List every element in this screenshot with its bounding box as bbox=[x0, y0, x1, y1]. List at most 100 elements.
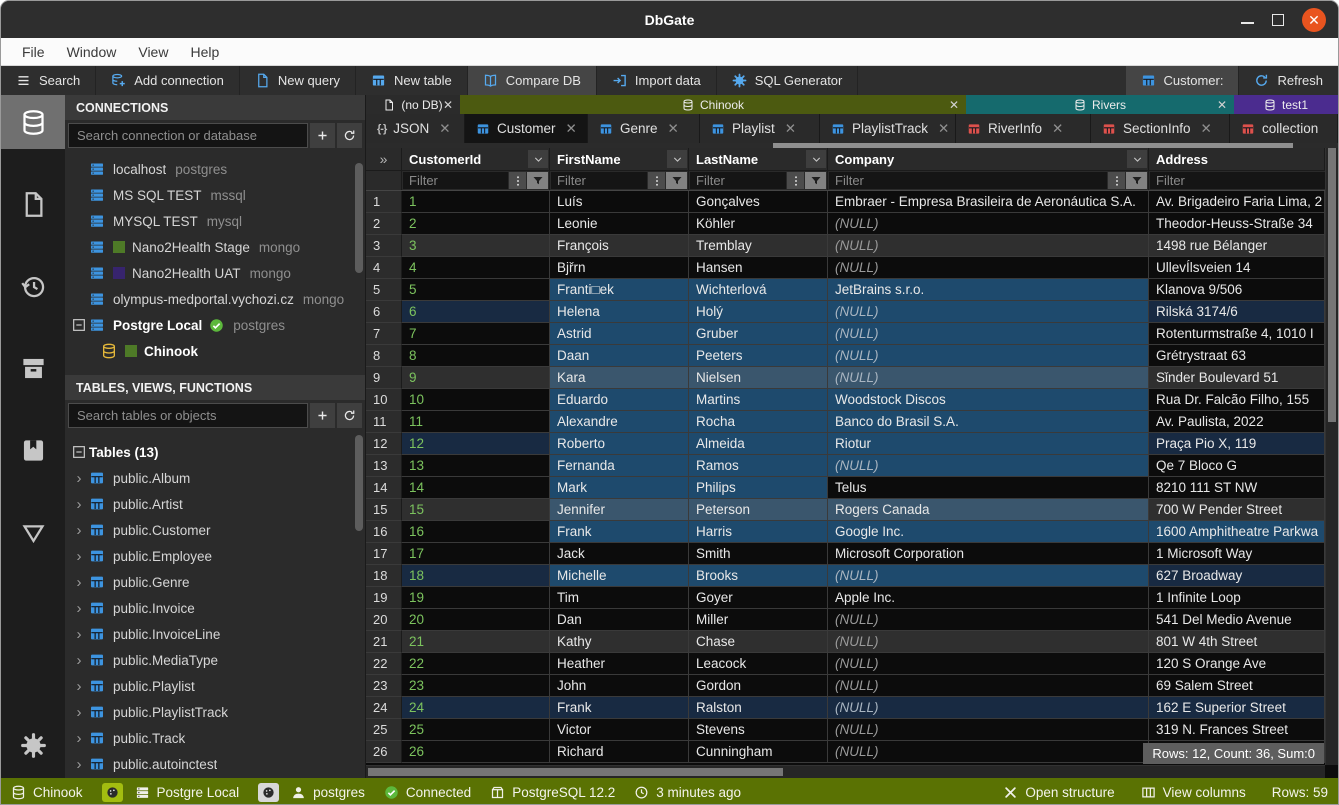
cell-co[interactable]: (NULL) bbox=[828, 565, 1149, 587]
activity-settings[interactable] bbox=[1, 718, 65, 772]
expand-chevron-icon[interactable]: › bbox=[71, 730, 87, 747]
cell-ad[interactable]: 1 Microsoft Way bbox=[1149, 543, 1325, 565]
row-number[interactable]: 15 bbox=[366, 499, 402, 521]
filter-menu-icon[interactable] bbox=[648, 172, 665, 189]
cell-fn[interactable]: François bbox=[550, 235, 689, 257]
cell-co[interactable]: (NULL) bbox=[828, 257, 1149, 279]
cell-id[interactable]: 7 bbox=[402, 323, 550, 345]
cell-ln[interactable]: Ramos bbox=[689, 455, 828, 477]
cell-ln[interactable]: Tremblay bbox=[689, 235, 828, 257]
refresh-button[interactable]: Refresh bbox=[1239, 66, 1338, 95]
dbgroup-test1[interactable]: test1 bbox=[1234, 95, 1338, 114]
cell-ln[interactable]: Harris bbox=[689, 521, 828, 543]
cell-fn[interactable]: Helena bbox=[550, 301, 689, 323]
row-number[interactable]: 3 bbox=[366, 235, 402, 257]
cell-fn[interactable]: Kara bbox=[550, 367, 689, 389]
collapse-icon[interactable] bbox=[71, 317, 89, 333]
row-number[interactable]: 7 bbox=[366, 323, 402, 345]
cell-ad[interactable]: Qe 7 Bloco G bbox=[1149, 455, 1325, 477]
close-tab-icon[interactable]: ✕ bbox=[1201, 121, 1212, 137]
column-header-customerid[interactable]: CustomerId bbox=[402, 148, 550, 170]
cell-ad[interactable]: 1 Infinite Loop bbox=[1149, 587, 1325, 609]
menu-window[interactable]: Window bbox=[56, 44, 128, 60]
cell-co[interactable]: (NULL) bbox=[828, 631, 1149, 653]
cell-ad[interactable]: Sǐnder Boulevard 51 bbox=[1149, 367, 1325, 389]
cell-ln[interactable]: Peterson bbox=[689, 499, 828, 521]
tables-group-header[interactable]: Tables (13) bbox=[71, 439, 365, 465]
cell-ln[interactable]: Rocha bbox=[689, 411, 828, 433]
filter-menu-icon[interactable] bbox=[509, 172, 526, 189]
cell-ln[interactable]: Ralston bbox=[689, 697, 828, 719]
activity-connections[interactable] bbox=[1, 95, 65, 149]
cell-fn[interactable]: Bjřrn bbox=[550, 257, 689, 279]
row-number[interactable]: 24 bbox=[366, 697, 402, 719]
table-item-public-album[interactable]: ›public.Album bbox=[71, 465, 365, 491]
cell-id[interactable]: 19 bbox=[402, 587, 550, 609]
cell-co[interactable]: Microsoft Corporation bbox=[828, 543, 1149, 565]
row-number[interactable]: 9 bbox=[366, 367, 402, 389]
row-number[interactable]: 16 bbox=[366, 521, 402, 543]
cell-fn[interactable]: Mark bbox=[550, 477, 689, 499]
cell-fn[interactable]: Kathy bbox=[550, 631, 689, 653]
grid-corner-cell[interactable]: » bbox=[366, 148, 402, 170]
close-tab-icon[interactable]: ✕ bbox=[566, 121, 577, 137]
cell-ln[interactable]: Hansen bbox=[689, 257, 828, 279]
filter-input-company[interactable] bbox=[829, 172, 1107, 189]
grid-hscroll-thumb[interactable] bbox=[368, 768, 783, 776]
cell-co[interactable]: Telus bbox=[828, 477, 1149, 499]
add-connection-icon-button[interactable] bbox=[310, 123, 335, 148]
theme-badge[interactable] bbox=[258, 783, 279, 802]
cell-id[interactable]: 5 bbox=[402, 279, 550, 301]
table-item-public-booleantest[interactable]: ›public.booleantest bbox=[71, 777, 365, 778]
column-menu-icon[interactable] bbox=[806, 150, 826, 168]
row-number[interactable]: 23 bbox=[366, 675, 402, 697]
close-group-icon[interactable]: ✕ bbox=[1217, 98, 1227, 112]
cell-id[interactable]: 14 bbox=[402, 477, 550, 499]
cell-ad[interactable]: Theodor-Heuss-Straße 34 bbox=[1149, 213, 1325, 235]
toolbar-import-data-button[interactable]: Import data bbox=[597, 66, 717, 95]
connections-scrollbar-thumb[interactable] bbox=[355, 163, 363, 273]
cell-fn[interactable]: Richard bbox=[550, 741, 689, 763]
expand-chevron-icon[interactable]: › bbox=[71, 470, 87, 487]
table-item-public-playlist[interactable]: ›public.Playlist bbox=[71, 673, 365, 699]
cell-id[interactable]: 26 bbox=[402, 741, 550, 763]
cell-id[interactable]: 22 bbox=[402, 653, 550, 675]
cell-ad[interactable]: 8210 111 ST NW bbox=[1149, 477, 1325, 499]
cell-ln[interactable]: Smith bbox=[689, 543, 828, 565]
tab-sectioninfo[interactable]: SectionInfo✕ bbox=[1091, 114, 1230, 143]
grid-vscroll-thumb[interactable] bbox=[1328, 148, 1336, 422]
cell-ln[interactable]: Gonçalves bbox=[689, 191, 828, 213]
connection-item-postgre-local[interactable]: Postgre Localpostgres bbox=[71, 312, 365, 338]
cell-fn[interactable]: Fernanda bbox=[550, 455, 689, 477]
cell-id[interactable]: 25 bbox=[402, 719, 550, 741]
cell-fn[interactable]: Luís bbox=[550, 191, 689, 213]
connection-item-olympus-medportal-vychozi-cz[interactable]: olympus-medportal.vychozi.czmongo bbox=[71, 286, 365, 312]
cell-fn[interactable]: Jack bbox=[550, 543, 689, 565]
expand-chevron-icon[interactable]: › bbox=[71, 756, 87, 773]
cell-id[interactable]: 18 bbox=[402, 565, 550, 587]
cell-co[interactable]: Riotur bbox=[828, 433, 1149, 455]
grid-vertical-scrollbar[interactable] bbox=[1325, 148, 1338, 765]
cell-ln[interactable]: Holý bbox=[689, 301, 828, 323]
toolbar-search-button[interactable]: Search bbox=[1, 66, 96, 95]
cell-ad[interactable]: Rotenturmstraße 4, 1010 I bbox=[1149, 323, 1325, 345]
cell-ln[interactable]: Leacock bbox=[689, 653, 828, 675]
cell-co[interactable]: (NULL) bbox=[828, 235, 1149, 257]
activity-archive[interactable] bbox=[1, 341, 65, 395]
menu-help[interactable]: Help bbox=[179, 44, 230, 60]
dbgroup-rivers[interactable]: Rivers✕ bbox=[966, 95, 1234, 114]
row-number[interactable]: 17 bbox=[366, 543, 402, 565]
cell-fn[interactable]: Heather bbox=[550, 653, 689, 675]
table-item-public-autoinctest[interactable]: ›public.autoinctest bbox=[71, 751, 365, 777]
connection-item-nano2health-uat[interactable]: Nano2Health UATmongo bbox=[71, 260, 365, 286]
cell-fn[interactable]: Jennifer bbox=[550, 499, 689, 521]
connections-refresh-button[interactable] bbox=[337, 123, 362, 148]
row-number[interactable]: 1 bbox=[366, 191, 402, 213]
cell-co[interactable]: Woodstock Discos bbox=[828, 389, 1149, 411]
row-number[interactable]: 19 bbox=[366, 587, 402, 609]
cell-co[interactable]: (NULL) bbox=[828, 609, 1149, 631]
row-number[interactable]: 18 bbox=[366, 565, 402, 587]
filter-funnel-icon[interactable] bbox=[805, 172, 826, 189]
tab-playlisttrack[interactable]: PlaylistTrack✕ bbox=[820, 114, 956, 143]
cell-id[interactable]: 16 bbox=[402, 521, 550, 543]
